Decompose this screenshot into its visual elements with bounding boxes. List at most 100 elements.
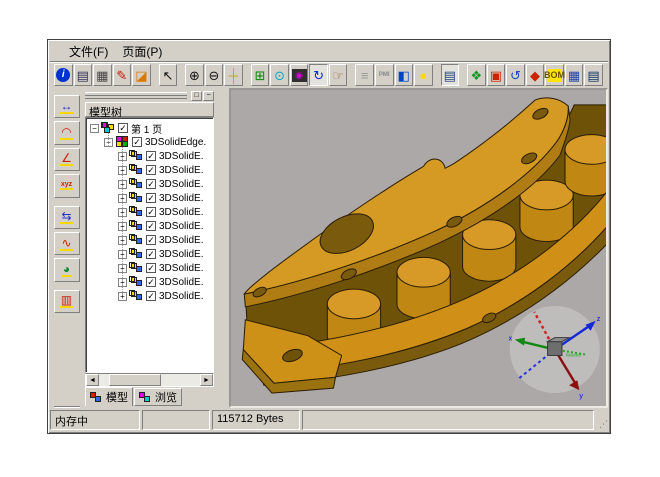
collapse-icon[interactable]: − xyxy=(90,124,99,133)
pmi-button[interactable]: PMI xyxy=(375,64,394,86)
tree-view-button[interactable]: ▤ xyxy=(584,64,603,86)
visibility-checkbox[interactable]: ✓ xyxy=(146,207,156,217)
roller xyxy=(463,220,516,281)
status-blank1 xyxy=(142,410,210,430)
dim-distance-button[interactable]: ⇆ xyxy=(54,206,80,229)
axis-triad: z x y Master xyxy=(509,306,601,400)
dim-radius-icon: ◠ xyxy=(60,126,72,140)
tree-row[interactable]: +✓3DSolidE. xyxy=(86,261,213,275)
tree-row[interactable]: +✓3DSolidE. xyxy=(86,275,213,289)
select-icon: ↖ xyxy=(162,69,173,82)
model-tree: −✓第 1 页−✓3DSolidEdge.+✓3DSolidE.+✓3DSoli… xyxy=(85,117,214,373)
part-icon xyxy=(129,220,144,232)
tab-browse-icon xyxy=(139,392,152,403)
visibility-checkbox[interactable]: ✓ xyxy=(132,137,142,147)
tree-row[interactable]: +✓3DSolidE. xyxy=(86,163,213,177)
dock-restore-button[interactable]: □ xyxy=(191,91,202,101)
layers-button[interactable]: ≡ xyxy=(355,64,374,86)
app-window: 文件(F)页面(P) i▤▦✎◪↖⊕⊖┼⊞⊙◉↻☞≡PMI◧●▤❖▣↺◆BOM▦… xyxy=(47,39,611,434)
print-preview-button[interactable]: ▤ xyxy=(74,64,93,86)
rail-separator xyxy=(54,406,80,408)
panel-splitter[interactable] xyxy=(216,88,229,408)
assembly-button[interactable]: ◆ xyxy=(526,64,545,86)
menu-file[interactable]: 文件(F) xyxy=(62,41,115,62)
zoom-window-icon: ⊞ xyxy=(255,69,266,82)
dim-coordinate-button[interactable]: xyz xyxy=(54,174,80,197)
scroll-left-arrow-icon[interactable]: ◄ xyxy=(86,374,99,386)
print-icon: ▦ xyxy=(96,69,108,82)
zoom-dynamic-button[interactable]: ⊙ xyxy=(270,64,289,86)
dim-radius-button[interactable]: ◠ xyxy=(54,121,80,144)
tab-browse[interactable]: 浏览 xyxy=(134,388,182,406)
print-button[interactable]: ▦ xyxy=(93,64,112,86)
zoom-window-button[interactable]: ⊞ xyxy=(251,64,270,86)
part-props-button[interactable]: ▥ xyxy=(54,290,80,313)
notebook-icon: ▤ xyxy=(444,69,456,82)
panel-drag-grip[interactable] xyxy=(85,92,187,99)
light-button[interactable]: ● xyxy=(414,64,433,86)
dock-close-button[interactable]: − xyxy=(203,91,214,101)
visibility-checkbox[interactable]: ✓ xyxy=(146,221,156,231)
visibility-checkbox[interactable]: ✓ xyxy=(146,193,156,203)
update-button[interactable]: ↺ xyxy=(506,64,525,86)
tree-row[interactable]: +✓3DSolidE. xyxy=(86,289,213,303)
tree-row[interactable]: +✓3DSolidE. xyxy=(86,177,213,191)
part-canvas: z x y Master xyxy=(231,90,606,406)
table-button[interactable]: ▦ xyxy=(565,64,584,86)
tree-row[interactable]: −✓第 1 页 xyxy=(86,121,213,135)
capture-button[interactable]: ▣ xyxy=(487,64,506,86)
tab-model[interactable]: 模型 xyxy=(85,387,133,406)
permissions-button[interactable]: ◪ xyxy=(132,64,151,86)
visibility-checkbox[interactable]: ✓ xyxy=(146,235,156,245)
pan-hand-button[interactable]: ☞ xyxy=(329,64,348,86)
tree-hscrollbar: ◄ ► xyxy=(85,373,214,387)
notebook-button[interactable]: ▤ xyxy=(441,64,460,86)
tree-row[interactable]: +✓3DSolidE. xyxy=(86,219,213,233)
visibility-checkbox[interactable]: ✓ xyxy=(146,165,156,175)
orbit-button[interactable]: ◉ xyxy=(290,64,309,86)
dim-curve-button[interactable]: ∿ xyxy=(54,232,80,255)
menu-page[interactable]: 页面(P) xyxy=(115,41,169,62)
visibility-checkbox[interactable]: ✓ xyxy=(146,277,156,287)
info-button[interactable]: i xyxy=(54,64,73,86)
dim-gauge-button[interactable]: ◕ xyxy=(54,258,80,281)
visibility-checkbox[interactable]: ✓ xyxy=(146,151,156,161)
redline-button[interactable]: ✎ xyxy=(113,64,132,86)
visibility-checkbox[interactable]: ✓ xyxy=(146,263,156,273)
dim-distance-icon: ⇆ xyxy=(60,210,72,224)
viewport-3d[interactable]: z x y Master xyxy=(229,88,608,408)
status-blank2 xyxy=(302,410,594,430)
tree-row[interactable]: +✓3DSolidE. xyxy=(86,247,213,261)
scroll-track[interactable] xyxy=(161,374,200,386)
part-icon xyxy=(129,262,144,274)
visibility-checkbox[interactable]: ✓ xyxy=(118,123,128,133)
assembly-icon xyxy=(115,136,130,148)
bom-button[interactable]: BOM xyxy=(545,64,564,86)
dim-linear-button[interactable]: ↔ xyxy=(54,95,80,118)
resize-grip-icon[interactable]: ⋰ xyxy=(596,410,608,430)
visibility-checkbox[interactable]: ✓ xyxy=(146,179,156,189)
tree-row-label: 3DSolidE. xyxy=(159,235,203,246)
tree-row[interactable]: −✓3DSolidEdge. xyxy=(86,135,213,149)
scroll-thumb[interactable] xyxy=(109,374,161,386)
part-icon xyxy=(129,164,144,176)
dim-angle-button[interactable]: ∠ xyxy=(54,148,80,171)
part-icon xyxy=(129,192,144,204)
scroll-right-arrow-icon[interactable]: ► xyxy=(200,374,213,386)
tree-row[interactable]: +✓3DSolidE. xyxy=(86,233,213,247)
pan-button[interactable]: ┼ xyxy=(224,64,243,86)
tree-row[interactable]: +✓3DSolidE. xyxy=(86,191,213,205)
parts-button[interactable]: ❖ xyxy=(467,64,486,86)
tree-row[interactable]: +✓3DSolidE. xyxy=(86,205,213,219)
display-cube-button[interactable]: ◧ xyxy=(395,64,414,86)
rotate-button[interactable]: ↻ xyxy=(309,64,328,86)
select-button[interactable]: ↖ xyxy=(159,64,178,86)
display-cube-icon: ◧ xyxy=(398,69,410,82)
visibility-checkbox[interactable]: ✓ xyxy=(146,249,156,259)
tree-row[interactable]: +✓3DSolidE. xyxy=(86,149,213,163)
tree-row-label: 3DSolidE. xyxy=(159,277,203,288)
panel-title: 模型树 xyxy=(85,102,214,117)
zoom-out-button[interactable]: ⊖ xyxy=(205,64,224,86)
visibility-checkbox[interactable]: ✓ xyxy=(146,291,156,301)
zoom-in-button[interactable]: ⊕ xyxy=(185,64,204,86)
